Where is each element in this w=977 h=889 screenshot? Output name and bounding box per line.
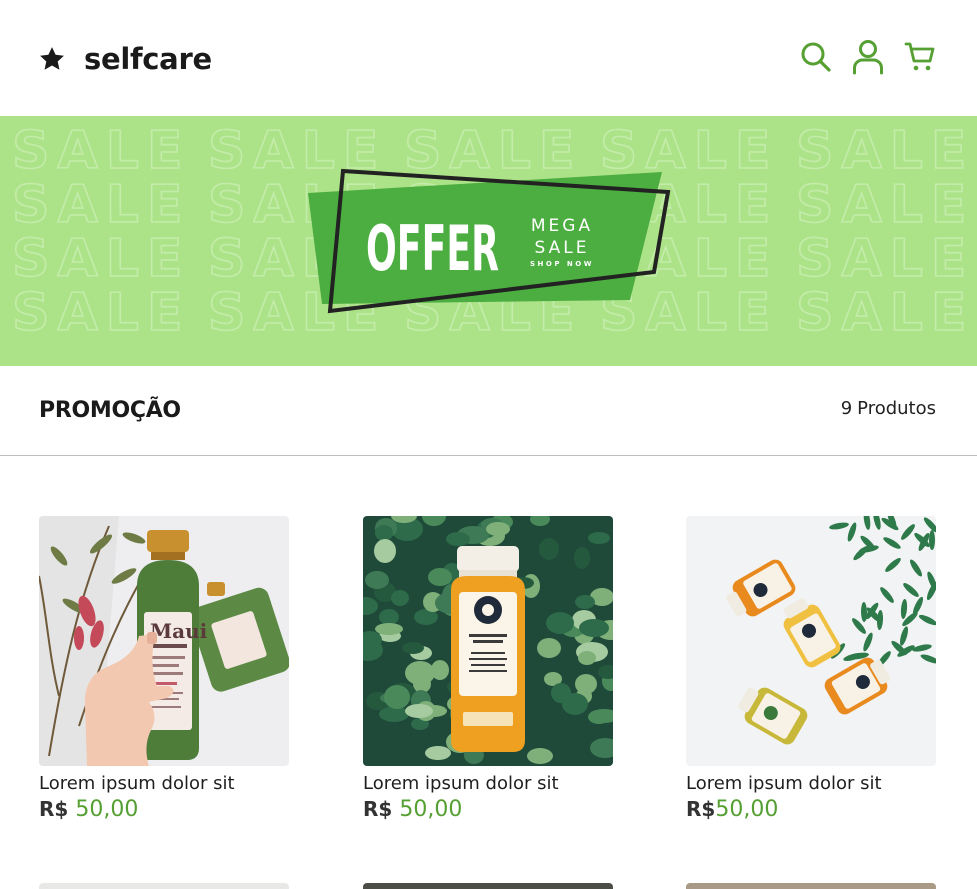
price-value: 50,00 [75, 797, 139, 822]
brand-logo[interactable]: selfcare [38, 42, 212, 76]
leaf-shape [546, 612, 574, 634]
search-button[interactable] [799, 38, 833, 76]
product-price: R$ 50,00 [363, 797, 613, 822]
leaf-shape [575, 674, 597, 694]
leaf-shape [486, 522, 510, 536]
brand-name: selfcare [84, 42, 212, 76]
leaf-shape [574, 547, 590, 569]
leaf-shape [575, 595, 595, 609]
product-name[interactable]: Lorem ipsum dolor sit [39, 773, 289, 794]
product-price: R$ 50,00 [39, 797, 289, 822]
sale-pattern-word: SALE [796, 229, 974, 289]
product-card-partial[interactable] [39, 883, 289, 889]
sale-pattern-word: SALE [12, 229, 190, 289]
price-currency: R$ [363, 797, 393, 821]
site-header: selfcare [0, 0, 977, 116]
price-currency: R$ [686, 797, 716, 821]
offer-line2: SALE [535, 238, 590, 258]
offer-cta: SHOP NOW [530, 260, 594, 268]
leaf-shape [365, 571, 389, 589]
product-image[interactable] [686, 516, 936, 766]
leaf-shape [405, 704, 433, 718]
offer-title: OFFER [366, 212, 499, 285]
cart-icon [904, 42, 935, 71]
offer-line1: MEGA [531, 216, 593, 236]
product-price: R$50,00 [686, 797, 936, 822]
sale-pattern-word: SALE [12, 175, 190, 235]
section-header: PROMOÇÃO 9 Produtos [0, 366, 977, 456]
product-card[interactable]: Lorem ipsum dolor sit R$ 50,00 [363, 516, 613, 822]
leaf-shape [578, 651, 596, 665]
leaf-shape [391, 590, 409, 606]
svg-text:Maui: Maui [150, 619, 208, 643]
sale-pattern-word: SALE [796, 121, 974, 181]
product-card[interactable]: Lorem ipsum dolor sit R$50,00 [686, 516, 936, 822]
leaf-shape [384, 685, 410, 709]
leaf-shape [428, 568, 452, 586]
header-actions [799, 38, 937, 76]
product-image[interactable] [363, 516, 613, 766]
offer-badge: OFFER MEGA SALE SHOP NOW [308, 168, 671, 314]
sale-pattern-word: SALE [12, 283, 190, 343]
leaf-shape [375, 623, 403, 635]
cart-button[interactable] [903, 38, 937, 76]
price-value: 50,00 [399, 797, 463, 822]
search-icon [801, 42, 831, 72]
leaf-shape [579, 619, 609, 637]
leaf-shape [539, 538, 559, 560]
product-card-partial[interactable] [686, 883, 936, 889]
leaf-shape [374, 539, 396, 563]
price-currency: R$ [39, 797, 69, 821]
product-name[interactable]: Lorem ipsum dolor sit [686, 773, 936, 794]
product-count-number: 9 [840, 398, 853, 419]
leaf-shape [402, 642, 424, 654]
sale-pattern-word: SALE [796, 283, 974, 343]
promo-banner[interactable]: SALE SALE SALE SALE SALE SALE SALE SALE SALE SALE… [0, 116, 977, 366]
product-name[interactable]: Lorem ipsum dolor sit [363, 773, 613, 794]
leaf-shape [379, 609, 399, 625]
leaf-shape [562, 693, 588, 715]
leaf-shape [405, 661, 435, 685]
sale-pattern-word: SALE [12, 121, 190, 181]
star-icon [40, 47, 64, 70]
product-card[interactable]: Maui Lorem ipsum dolor sit R$ 50,00 [39, 516, 289, 822]
account-button[interactable] [851, 38, 885, 76]
product-image[interactable]: Maui [39, 516, 289, 766]
leaf-shape [588, 532, 610, 544]
product-card-partial[interactable] [363, 883, 613, 889]
sale-pattern-word: SALE [796, 175, 974, 235]
leaf-shape [537, 638, 561, 658]
leaf-shape [431, 660, 449, 680]
user-icon [853, 40, 883, 75]
leaf-shape [446, 532, 470, 546]
leaf-shape [375, 525, 393, 541]
section-title: PROMOÇÃO [39, 398, 181, 423]
product-count: 9 Produtos [841, 398, 936, 419]
product-count-label: Produtos [857, 398, 936, 419]
price-value: 50,00 [715, 797, 779, 822]
leaf-shape [425, 746, 451, 760]
plant-leaf [929, 530, 935, 550]
leaf-shape [527, 748, 553, 764]
